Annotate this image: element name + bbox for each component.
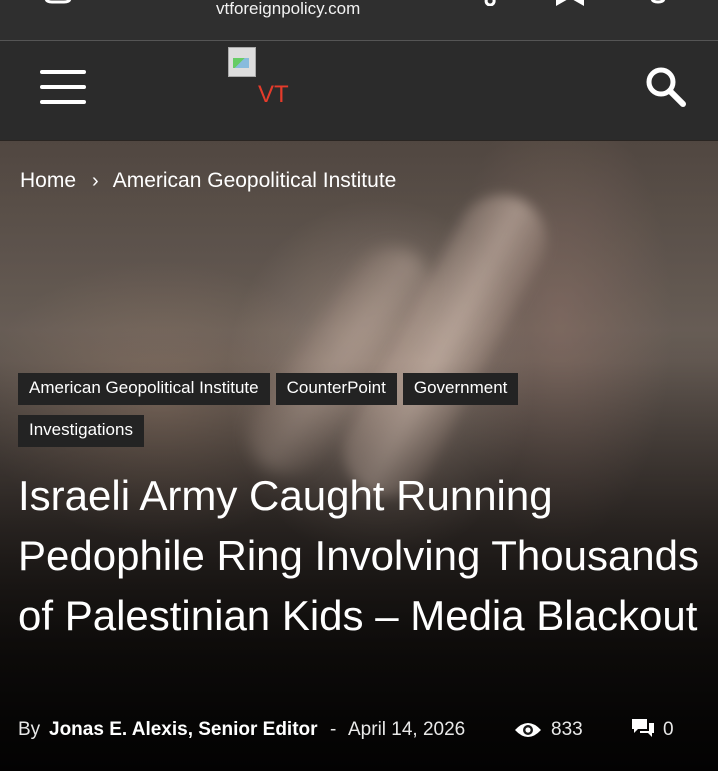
tag-american-geopolitical-institute[interactable]: American Geopolitical Institute [18, 373, 270, 405]
broken-image-icon [228, 47, 256, 77]
hamburger-menu-icon[interactable] [40, 70, 86, 104]
by-label: By [18, 719, 41, 740]
breadcrumb-separator-icon: › [92, 170, 99, 192]
article-meta: By Jonas E. Alexis, Senior Editor - Apri… [18, 719, 708, 745]
meta-separator: - [330, 719, 337, 740]
site-header: VT [0, 41, 718, 140]
tag-investigations[interactable]: Investigations [18, 415, 144, 447]
view-count: 833 [551, 719, 583, 740]
site-logo[interactable]: VT [228, 47, 308, 108]
top-right-icon[interactable] [644, 0, 672, 6]
article-hero: Home › American Geopolitical Institute Ame… [0, 141, 718, 771]
eye-icon [515, 723, 541, 737]
comment-icon[interactable] [632, 719, 654, 739]
top-address-bar: vtforeignpolicy.com [0, 0, 718, 41]
tag-counterpoint[interactable]: CounterPoint [275, 373, 397, 405]
article-title: Israeli Army Caught Running Pedophile Ri… [18, 472, 700, 639]
category-tags: American Geopolitical Institute CounterPo… [18, 373, 698, 457]
breadcrumb-current-link[interactable]: American Geopolitical Institute [113, 169, 397, 192]
comment-count[interactable]: 0 [663, 719, 674, 741]
top-left-icon[interactable] [44, 0, 72, 6]
breadcrumb-home-link[interactable]: Home [20, 169, 76, 192]
author-link[interactable]: Jonas E. Alexis, Senior Editor [49, 719, 318, 741]
search-icon[interactable] [644, 65, 688, 109]
publish-date: April 14, 2026 [348, 719, 466, 740]
top-bookmark-icon[interactable] [556, 0, 584, 6]
logo-alt-text: VT [258, 81, 289, 108]
tag-government[interactable]: Government [402, 373, 519, 405]
breadcrumb: Home › American Geopolitical Institute [20, 169, 396, 193]
top-music-icon[interactable] [480, 0, 508, 6]
site-url: vtforeignpolicy.com [216, 0, 361, 18]
